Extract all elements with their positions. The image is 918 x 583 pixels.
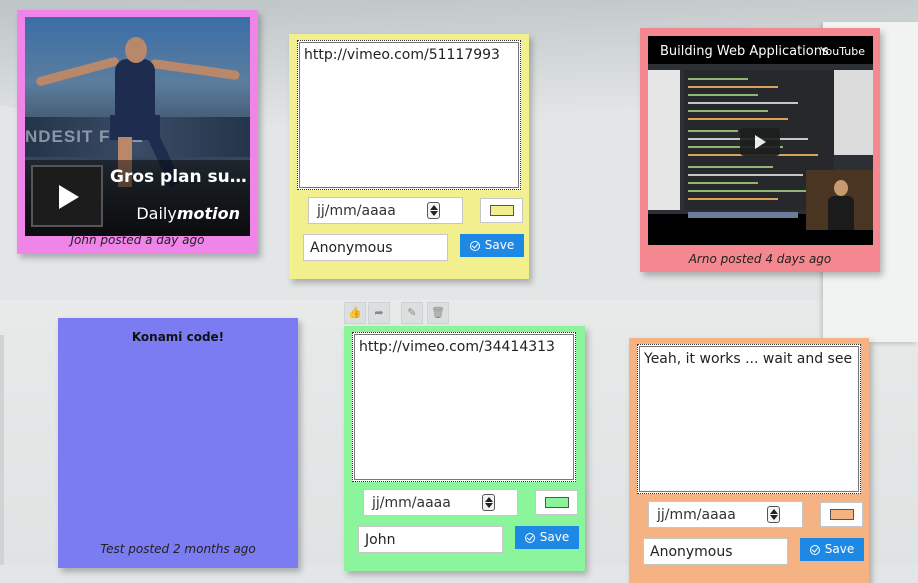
thumbs-up-icon[interactable]: 👍	[344, 302, 366, 324]
note-content-textarea[interactable]: http://vimeo.com/51117993	[297, 40, 521, 190]
note-title: Konami code!	[131, 330, 225, 344]
play-icon[interactable]	[31, 165, 103, 227]
dailymotion-logo: Dailymotion	[136, 204, 240, 223]
color-picker[interactable]	[480, 198, 523, 223]
youtube-player[interactable]: Building Web Applications YouTube	[648, 36, 873, 245]
check-circle-icon	[809, 545, 820, 555]
left-edge	[0, 335, 4, 565]
check-circle-icon	[469, 241, 480, 251]
player-figure	[35, 37, 241, 187]
save-button[interactable]: Save	[460, 234, 524, 257]
color-swatch	[490, 205, 514, 216]
color-swatch	[545, 497, 569, 508]
edit-note-yellow: http://vimeo.com/51117993 jj/mm/aaaa Ano…	[289, 34, 529, 279]
date-spinner-icon[interactable]	[482, 494, 495, 511]
note-caption: John posted a day ago	[70, 233, 205, 247]
video-thumbnail[interactable]: NDESIT F-GE Gros plan su… Dailymotion	[25, 17, 250, 236]
check-circle-icon	[524, 533, 535, 543]
video-title: Building Web Applications	[660, 44, 829, 59]
date-input[interactable]: jj/mm/aaaa	[648, 501, 803, 528]
date-spinner-icon[interactable]	[427, 202, 440, 219]
author-input[interactable]: Anonymous	[303, 234, 448, 261]
color-picker[interactable]	[820, 502, 863, 527]
author-input[interactable]: Anonymous	[643, 538, 788, 565]
date-placeholder: jj/mm/aaaa	[372, 495, 451, 511]
edit-icon[interactable]: ✎	[401, 302, 423, 324]
edit-note-orange: Yeah, it works ... wait and see jj/mm/aa…	[629, 338, 869, 583]
author-input[interactable]: John	[358, 526, 503, 553]
color-swatch	[830, 509, 854, 520]
youtube-logo: YouTube	[820, 45, 865, 58]
play-icon[interactable]	[740, 128, 780, 156]
date-input[interactable]: jj/mm/aaaa	[363, 489, 518, 516]
date-spinner-icon[interactable]	[767, 506, 780, 523]
color-picker[interactable]	[535, 490, 578, 515]
share-icon[interactable]: ➦	[368, 302, 390, 324]
note-toolbar: 👍 ➦ ✎ 🗑	[344, 302, 451, 324]
save-button[interactable]: Save	[515, 526, 579, 549]
edit-note-green: http://vimeo.com/34414313 jj/mm/aaaa Joh…	[344, 326, 585, 571]
trash-icon[interactable]: 🗑	[427, 302, 449, 324]
note-content-textarea[interactable]: http://vimeo.com/34414313	[352, 332, 576, 482]
note-content-textarea[interactable]: Yeah, it works ... wait and see	[637, 344, 861, 494]
save-button[interactable]: Save	[800, 538, 864, 561]
date-input[interactable]: jj/mm/aaaa	[308, 197, 463, 224]
note-caption: Arno posted 4 days ago	[688, 252, 832, 266]
video-note-dailymotion[interactable]: NDESIT F-GE Gros plan su… Dailymotion Jo…	[17, 10, 258, 254]
date-placeholder: jj/mm/aaaa	[657, 507, 736, 523]
date-placeholder: jj/mm/aaaa	[317, 203, 396, 219]
note-caption: Test posted 2 months ago	[100, 542, 256, 556]
video-note-youtube[interactable]: Building Web Applications YouTube Arno p…	[640, 28, 880, 272]
video-title: Gros plan su…	[110, 167, 247, 187]
text-note-konami[interactable]: Konami code! Test posted 2 months ago	[58, 318, 298, 568]
